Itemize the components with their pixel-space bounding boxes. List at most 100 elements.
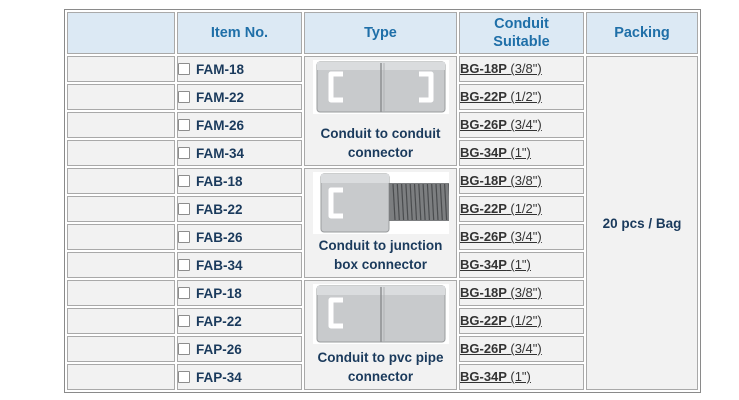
conduit-cell: BG-18P (3/8") <box>459 56 584 82</box>
conduit-link[interactable]: BG-18P (3/8") <box>460 61 542 76</box>
item-cell: FAB-22 <box>177 196 302 222</box>
row-checkbox[interactable] <box>178 286 190 299</box>
row-checkbox[interactable] <box>178 370 190 383</box>
item-number: FAM-18 <box>196 61 245 77</box>
blank-cell <box>67 56 175 82</box>
blank-cell <box>67 280 175 306</box>
conduit-cell: BG-34P (1") <box>459 140 584 166</box>
header-conduit-suitable: Conduit Suitable <box>459 12 584 54</box>
conduit-code: BG-34P <box>460 257 507 272</box>
blank-cell <box>67 224 175 250</box>
conduit-code: BG-26P <box>460 117 507 132</box>
conduit-cell: BG-18P (3/8") <box>459 168 584 194</box>
blank-cell <box>67 84 175 110</box>
item-cell: FAP-34 <box>177 364 302 390</box>
item-cell: FAB-18 <box>177 168 302 194</box>
type-label: Conduit to junction box connector <box>305 236 456 274</box>
header-conduit-line2: Suitable <box>493 34 550 50</box>
row-checkbox[interactable] <box>178 174 190 187</box>
row-checkbox[interactable] <box>178 314 190 327</box>
item-cell: FAP-18 <box>177 280 302 306</box>
type-label-line1: Conduit to pvc pipe <box>317 350 444 365</box>
conduit-cell: BG-22P (1/2") <box>459 196 584 222</box>
type-label-line2: connector <box>347 145 414 160</box>
type-label-line2: box connector <box>333 257 427 272</box>
row-checkbox[interactable] <box>178 146 190 159</box>
conduit-link[interactable]: BG-26P (3/4") <box>460 117 542 132</box>
header-item-no: Item No. <box>177 12 302 54</box>
item-number: FAB-22 <box>196 201 243 217</box>
table-row: FAM-18 Conduit to conduit connector BG-18P … <box>67 56 698 390</box>
item-number: FAB-34 <box>196 257 243 273</box>
item-number: FAM-34 <box>196 145 245 161</box>
conduit-size: (1/2") <box>510 89 542 104</box>
row-checkbox[interactable] <box>178 62 190 75</box>
row-checkbox[interactable] <box>178 118 190 131</box>
conduit-to-conduit-connector-icon <box>312 60 449 114</box>
conduit-size: (1") <box>510 369 531 384</box>
blank-cell <box>67 252 175 278</box>
blank-cell <box>67 140 175 166</box>
conduit-link[interactable]: BG-18P (3/8") <box>460 173 542 188</box>
conduit-link[interactable]: BG-22P (1/2") <box>460 201 542 216</box>
item-cell: FAB-26 <box>177 224 302 250</box>
conduit-code: BG-18P <box>460 285 507 300</box>
row-checkbox[interactable] <box>178 258 190 271</box>
conduit-cell: BG-34P (1") <box>459 364 584 390</box>
packing-cell: 20 pcs / Bag <box>586 56 698 390</box>
item-cell: FAP-22 <box>177 308 302 334</box>
conduit-link[interactable]: BG-22P (1/2") <box>460 89 542 104</box>
item-cell: FAB-34 <box>177 252 302 278</box>
conduit-code: BG-18P <box>460 61 507 76</box>
conduit-link[interactable]: BG-34P (1") <box>460 369 531 384</box>
item-cell: FAM-18 <box>177 56 302 82</box>
conduit-code: BG-34P <box>460 369 507 384</box>
blank-cell <box>67 168 175 194</box>
conduit-link[interactable]: BG-34P (1") <box>460 145 531 160</box>
conduit-cell: BG-18P (3/8") <box>459 280 584 306</box>
conduit-link[interactable]: BG-26P (3/4") <box>460 229 542 244</box>
blank-cell <box>67 308 175 334</box>
type-label: Conduit to pvc pipe connector <box>305 348 456 386</box>
type-cell: Conduit to junction box connector <box>304 168 457 278</box>
conduit-cell: BG-22P (1/2") <box>459 84 584 110</box>
header-type: Type <box>304 12 457 54</box>
type-label-line2: connector <box>347 369 414 384</box>
item-number: FAP-22 <box>196 313 242 329</box>
row-checkbox[interactable] <box>178 342 190 355</box>
conduit-size: (1/2") <box>510 313 542 328</box>
conduit-size: (1") <box>510 145 531 160</box>
type-label-line1: Conduit to conduit <box>320 126 441 141</box>
conduit-link[interactable]: BG-26P (3/4") <box>460 341 542 356</box>
header-row: Item No. Type Conduit Suitable Packing <box>67 12 698 54</box>
row-checkbox[interactable] <box>178 202 190 215</box>
conduit-link[interactable]: BG-22P (1/2") <box>460 313 542 328</box>
conduit-to-pvc-pipe-connector-icon <box>312 284 449 344</box>
row-checkbox[interactable] <box>178 230 190 243</box>
conduit-size: (3/4") <box>510 117 542 132</box>
item-number: FAM-22 <box>196 89 245 105</box>
conduit-link[interactable]: BG-18P (3/8") <box>460 285 542 300</box>
item-cell: FAM-22 <box>177 84 302 110</box>
table-body: FAM-18 Conduit to conduit connector BG-18P … <box>67 56 698 390</box>
conduit-cell: BG-22P (1/2") <box>459 308 584 334</box>
conduit-to-junction-box-connector-icon <box>312 172 449 234</box>
item-number: FAP-34 <box>196 369 242 385</box>
item-number: FAB-18 <box>196 173 243 189</box>
type-cell: Conduit to conduit connector <box>304 56 457 166</box>
conduit-cell: BG-26P (3/4") <box>459 336 584 362</box>
blank-cell <box>67 112 175 138</box>
row-checkbox[interactable] <box>178 90 190 103</box>
conduit-code: BG-22P <box>460 89 507 104</box>
conduit-code: BG-34P <box>460 145 507 160</box>
header-conduit-line1: Conduit <box>494 16 549 32</box>
conduit-size: (3/8") <box>510 61 542 76</box>
blank-cell <box>67 196 175 222</box>
conduit-link[interactable]: BG-34P (1") <box>460 257 531 272</box>
conduit-size: (3/4") <box>510 229 542 244</box>
conduit-size: (3/4") <box>510 341 542 356</box>
blank-cell <box>67 336 175 362</box>
conduit-size: (1") <box>510 257 531 272</box>
conduit-code: BG-26P <box>460 229 507 244</box>
conduit-cell: BG-34P (1") <box>459 252 584 278</box>
